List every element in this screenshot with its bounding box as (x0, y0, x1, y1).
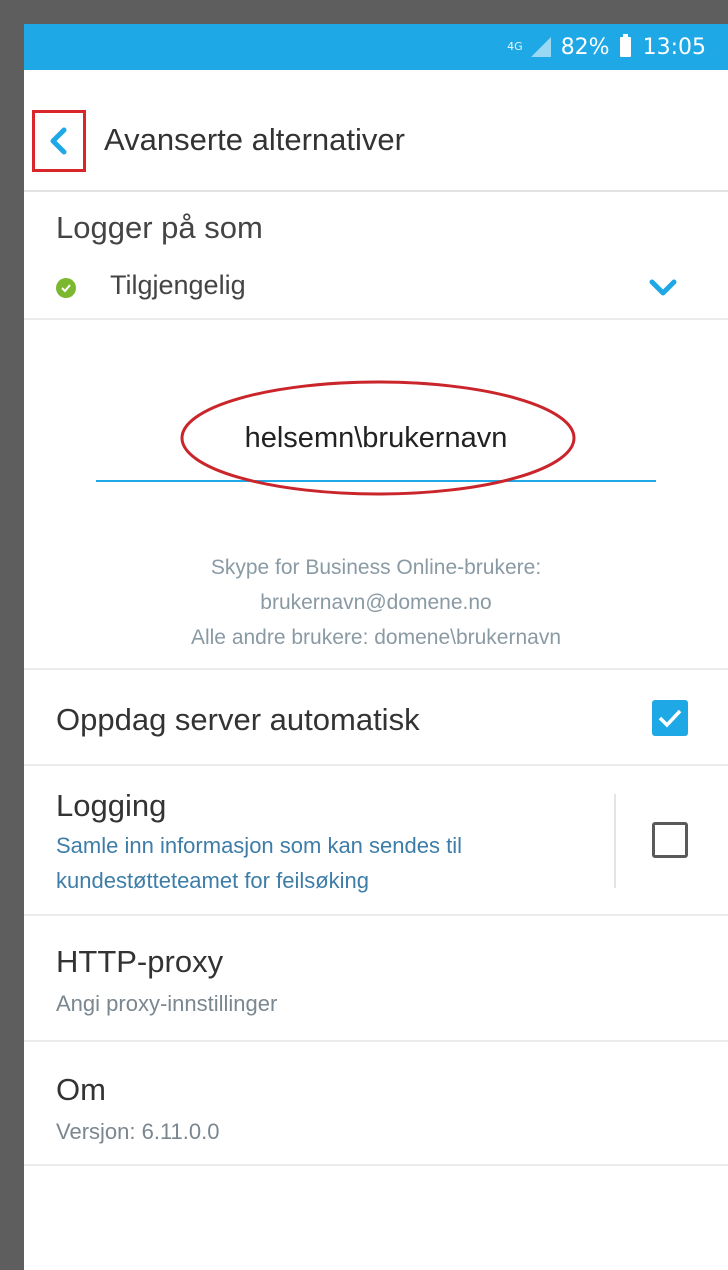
username-hint: Skype for Business Online-brukere: bruke… (24, 550, 728, 655)
logging-description: Samle inn informasjon som kan sendes til… (56, 828, 596, 898)
auto-discover-label: Oppdag server automatisk (56, 702, 420, 737)
phone-screen: 4G 82% 13:05 Avanserte alternativer Logg… (24, 24, 728, 1270)
status-bar: 4G 82% 13:05 (24, 24, 728, 70)
sign-in-as-section: Logger på som Tilgjengelig (24, 192, 728, 320)
battery-percentage: 82% (560, 34, 610, 60)
logging-checkbox[interactable] (652, 822, 688, 858)
page-title: Avanserte alternativer (104, 122, 405, 157)
presence-label: Tilgjengelig (110, 270, 246, 300)
auto-discover-row[interactable]: Oppdag server automatisk (24, 670, 728, 766)
about-label: Om (56, 1072, 106, 1107)
app-bar: Avanserte alternativer (24, 70, 728, 192)
http-proxy-label: HTTP-proxy (56, 944, 224, 979)
auto-discover-checkbox[interactable] (652, 700, 688, 736)
checkmark-icon (658, 709, 682, 728)
hint-line-1: Skype for Business Online-brukere: (210, 556, 542, 579)
hint-line-3: Alle andre brukere: domene\brukernavn (190, 626, 562, 649)
chevron-down-icon[interactable] (648, 276, 678, 300)
presence-selector[interactable]: Tilgjengelig (24, 268, 728, 312)
username-input[interactable] (96, 390, 656, 482)
network-indicator: 4G (507, 40, 523, 53)
screenshot-frame: 4G 82% 13:05 Avanserte alternativer Logg… (0, 0, 728, 1270)
logging-description-line-2: kundestøtteteamet for feilsøking (56, 868, 370, 893)
divider (614, 794, 616, 888)
logging-row[interactable]: Logging Samle inn informasjon som kan se… (24, 766, 728, 916)
sign-in-as-label: Logger på som (56, 210, 263, 245)
version-text: Versjon: 6.11.0.0 (56, 1119, 220, 1144)
back-button[interactable] (32, 110, 86, 172)
logging-label: Logging (56, 788, 167, 823)
presence-available-icon (56, 278, 76, 298)
battery-icon (619, 34, 631, 57)
logging-description-line-1: Samle inn informasjon som kan sendes til (56, 833, 462, 858)
chevron-left-icon (50, 127, 67, 155)
signal-icon (530, 37, 551, 57)
hint-line-2: brukernavn@domene.no (260, 591, 492, 614)
status-time: 13:05 (642, 34, 706, 60)
http-proxy-description: Angi proxy-innstillinger (56, 991, 278, 1016)
http-proxy-row[interactable]: HTTP-proxy Angi proxy-innstillinger (24, 916, 728, 1042)
about-row[interactable]: Om Versjon: 6.11.0.0 (24, 1042, 728, 1166)
username-section: Skype for Business Online-brukere: bruke… (24, 320, 728, 670)
